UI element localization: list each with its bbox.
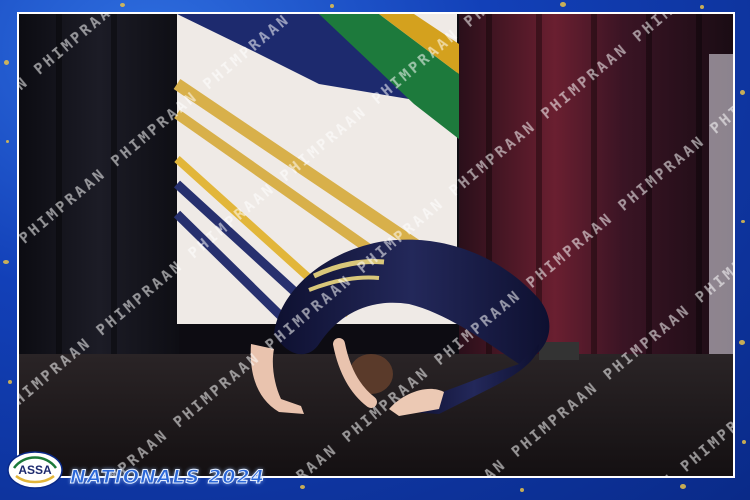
glitter-speck	[120, 3, 125, 7]
watermark-overlay	[19, 14, 733, 476]
event-title: NATIONALS 2024	[70, 466, 265, 489]
glitter-speck	[4, 60, 9, 65]
glitter-speck	[742, 440, 746, 444]
glitter-speck	[740, 90, 745, 95]
glitter-speck	[739, 340, 745, 345]
glitter-speck	[700, 5, 704, 9]
glitter-speck	[741, 220, 745, 223]
glitter-speck	[6, 140, 9, 143]
glitter-speck	[300, 485, 305, 489]
performance-photo: IMPRAAN PHNTACRAPHY	[17, 12, 735, 478]
glitter-speck	[680, 484, 686, 489]
glitter-speck	[520, 488, 524, 492]
glitter-speck	[560, 2, 566, 7]
photo-frame: IMPRAAN PHNTACRAPHY	[0, 0, 750, 500]
glitter-speck	[3, 260, 9, 264]
svg-text:ASSA: ASSA	[18, 463, 52, 477]
assa-logo: ASSA	[7, 451, 63, 489]
glitter-speck	[8, 380, 12, 384]
glitter-speck	[330, 4, 334, 8]
